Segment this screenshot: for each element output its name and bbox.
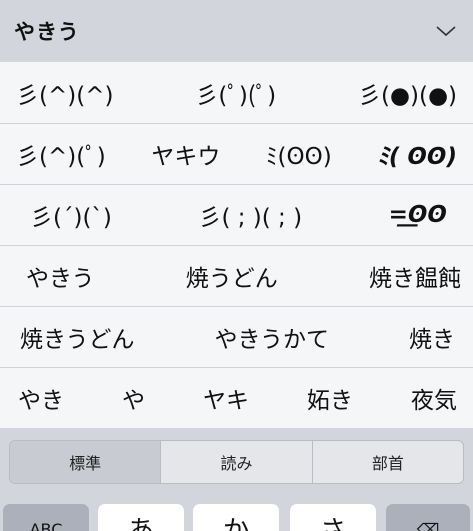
candidate[interactable]: ﾐ( ʘʘ) bbox=[377, 137, 457, 171]
tab-standard[interactable]: 標準 bbox=[10, 441, 161, 483]
ka-key[interactable]: か bbox=[193, 504, 279, 531]
candidate[interactable]: やきうかて bbox=[215, 320, 330, 354]
candidate-row: やきう 焼うどん 焼き饂飩 bbox=[0, 245, 473, 306]
abc-key[interactable]: ABC bbox=[3, 504, 89, 531]
candidate[interactable]: ヤキ bbox=[203, 381, 249, 415]
candidate[interactable]: 焼き bbox=[409, 320, 455, 354]
candidate[interactable]: 夜気 bbox=[411, 381, 457, 415]
candidate-row: 彡(^)(^) 彡(ﾟ)(ﾟ) 彡(●)(●) bbox=[0, 62, 473, 123]
query-text: やきう bbox=[14, 20, 80, 44]
candidate[interactable]: 焼きうどん bbox=[20, 320, 135, 354]
candidate-row: やき や ヤキ 妬き 夜気 bbox=[0, 367, 473, 428]
candidate[interactable]: 彡(●)(●) bbox=[358, 76, 457, 110]
candidate-header: やきう bbox=[0, 0, 473, 62]
keyboard-top-row: ABC あ か さ ⌫ bbox=[0, 500, 473, 531]
candidate[interactable]: 焼き饂飩 bbox=[369, 259, 461, 293]
sort-tabs-bar: 標準 読み 部首 bbox=[0, 430, 473, 490]
candidate[interactable]: やき bbox=[18, 381, 64, 415]
candidate-grid: 彡(^)(^) 彡(ﾟ)(ﾟ) 彡(●)(●) 彡(^)(ﾟ) ヤキウ ﾐ(ʘʘ… bbox=[0, 62, 473, 428]
sort-tabs: 標準 読み 部首 bbox=[9, 440, 464, 484]
candidate[interactable]: 彡(^)(^) bbox=[16, 76, 113, 110]
candidate[interactable]: 彡(ˊ)(ˋ) bbox=[30, 198, 112, 232]
candidate[interactable]: ﾐ(ʘʘ) bbox=[266, 137, 332, 171]
candidate[interactable]: 焼うどん bbox=[186, 259, 278, 293]
candidate[interactable]: 彡(^)(ﾟ) bbox=[16, 137, 106, 171]
tab-reading[interactable]: 読み bbox=[160, 441, 311, 483]
candidate-row: 彡(ˊ)(ˋ) 彡( ; )( ; ) =͟͟ʘʘ bbox=[0, 184, 473, 245]
candidate[interactable]: 彡(ﾟ)(ﾟ) bbox=[195, 76, 276, 110]
tab-radical[interactable]: 部首 bbox=[311, 441, 463, 483]
candidate[interactable]: 妬き bbox=[307, 381, 353, 415]
candidate-row: 彡(^)(ﾟ) ヤキウ ﾐ(ʘʘ) ﾐ( ʘʘ) bbox=[0, 123, 473, 184]
candidate[interactable]: やきう bbox=[26, 259, 95, 293]
a-key[interactable]: あ bbox=[98, 504, 184, 531]
candidate[interactable]: =͟͟ʘʘ bbox=[389, 202, 447, 228]
candidate[interactable]: ヤキウ bbox=[151, 137, 220, 171]
sa-key[interactable]: さ bbox=[290, 504, 376, 531]
collapse-button[interactable] bbox=[433, 18, 459, 44]
candidate[interactable]: や bbox=[122, 381, 145, 415]
chevron-down-icon bbox=[436, 26, 456, 37]
candidate-row: 焼きうどん やきうかて 焼き bbox=[0, 306, 473, 367]
delete-key[interactable]: ⌫ bbox=[386, 504, 470, 531]
candidate[interactable]: 彡( ; )( ; ) bbox=[198, 198, 302, 232]
